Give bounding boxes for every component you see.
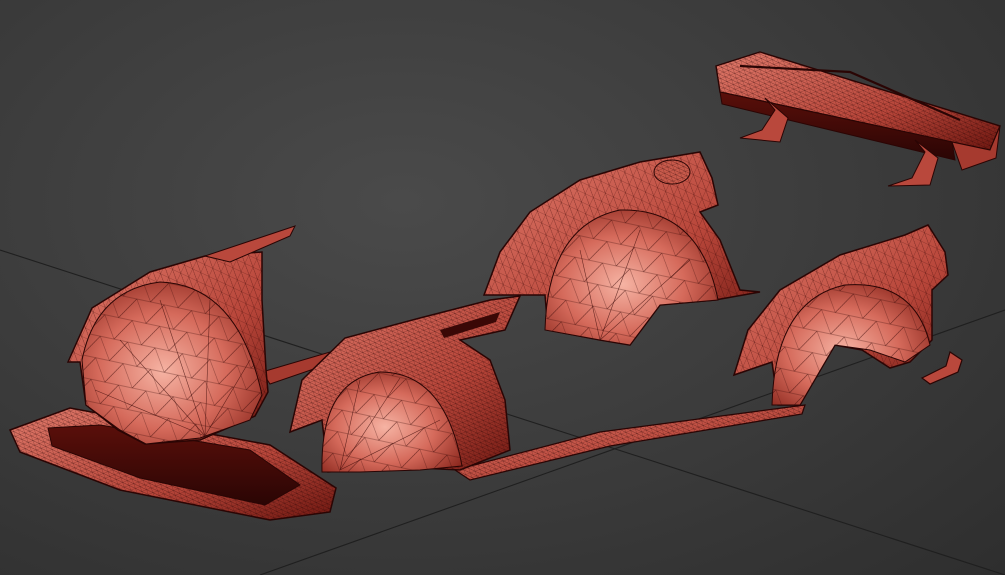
rear-fender-flare-part[interactable] <box>482 151 761 346</box>
wireframe-scene <box>0 51 1005 575</box>
3d-viewport[interactable] <box>0 0 1005 575</box>
rear-wing-spoiler-part[interactable] <box>715 51 1001 187</box>
small-bracket-part[interactable] <box>920 351 963 385</box>
door-fender-flare-part[interactable] <box>288 295 522 473</box>
front-fender-part[interactable] <box>66 225 296 445</box>
rear-quarter-flare-part[interactable] <box>732 224 949 406</box>
